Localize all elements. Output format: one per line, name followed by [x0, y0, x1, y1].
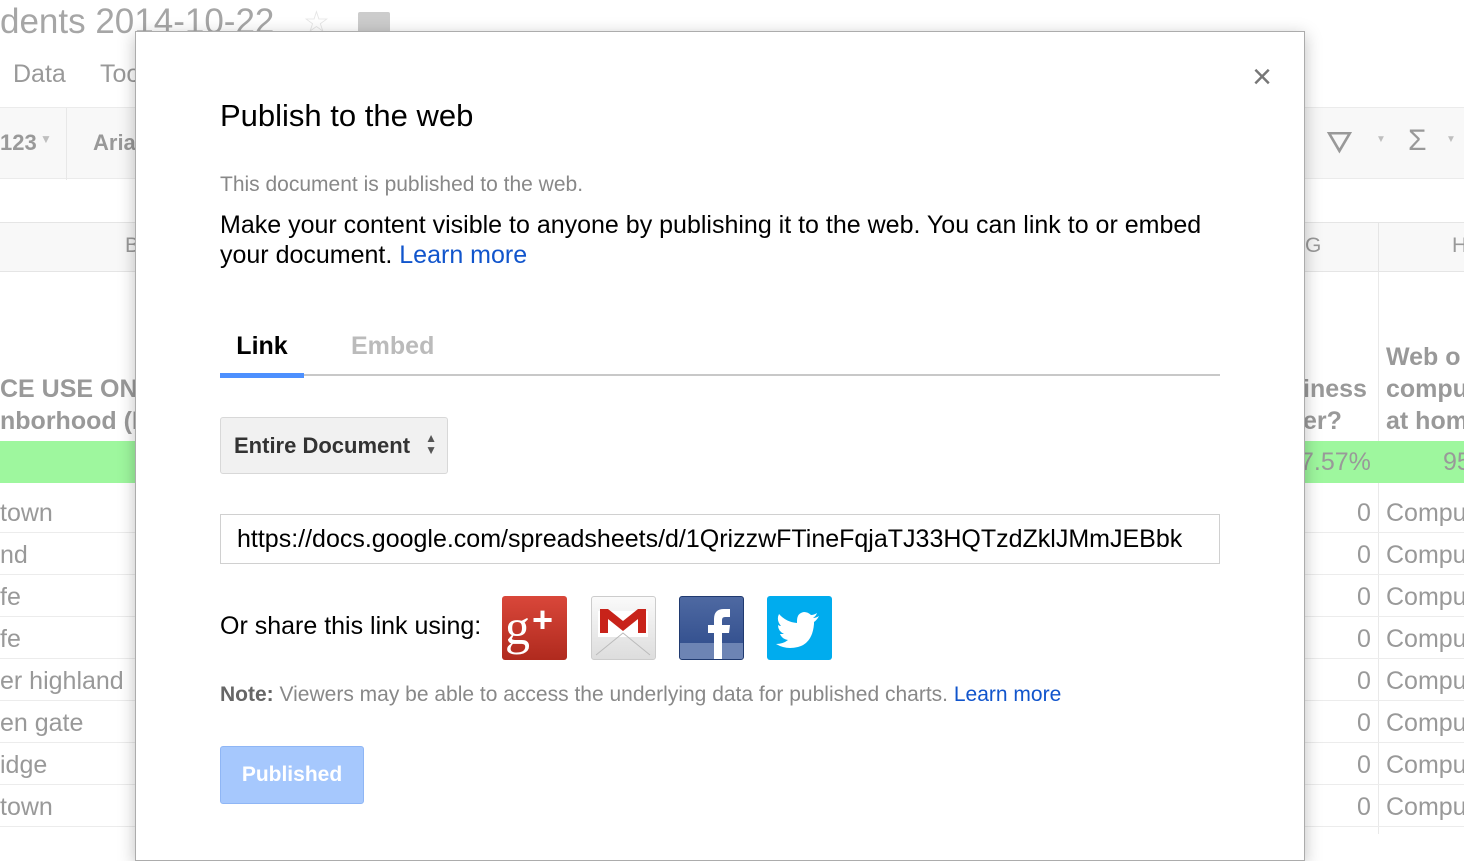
twitter-icon[interactable] — [767, 596, 832, 660]
svg-text:+: + — [532, 599, 553, 640]
publish-dialog: × Publish to the web This document is pu… — [135, 31, 1305, 861]
facebook-icon[interactable] — [679, 596, 744, 660]
description: Make your content visible to anyone by p… — [220, 210, 1220, 270]
close-icon[interactable]: × — [1252, 60, 1272, 94]
svg-text:g: g — [505, 599, 530, 655]
google-plus-icon[interactable]: g + — [502, 596, 567, 660]
publish-status: This document is published to the web. — [220, 173, 584, 196]
tabs: Link Embed — [220, 328, 1220, 378]
tab-embed[interactable]: Embed — [351, 332, 434, 361]
tab-link[interactable]: Link — [220, 332, 304, 378]
note-label: Note: — [220, 683, 274, 706]
note: Note: Viewers may be able to access the … — [220, 683, 1061, 707]
scope-select[interactable]: Entire Document ▲ ▼ — [220, 417, 448, 474]
note-text: Viewers may be able to access the underl… — [279, 683, 949, 706]
gmail-icon[interactable] — [591, 596, 656, 660]
published-url-input[interactable] — [220, 514, 1220, 564]
published-button[interactable]: Published — [220, 746, 364, 804]
learn-more-link[interactable]: Learn more — [399, 241, 527, 269]
description-text: Make your content visible to anyone by p… — [220, 211, 1202, 269]
note-learn-more-link[interactable]: Learn more — [954, 683, 1061, 706]
updown-icon: ▲ ▼ — [425, 431, 437, 457]
scope-value: Entire Document — [234, 433, 411, 458]
share-label: Or share this link using: — [220, 612, 482, 640]
dialog-title: Publish to the web — [220, 98, 474, 133]
